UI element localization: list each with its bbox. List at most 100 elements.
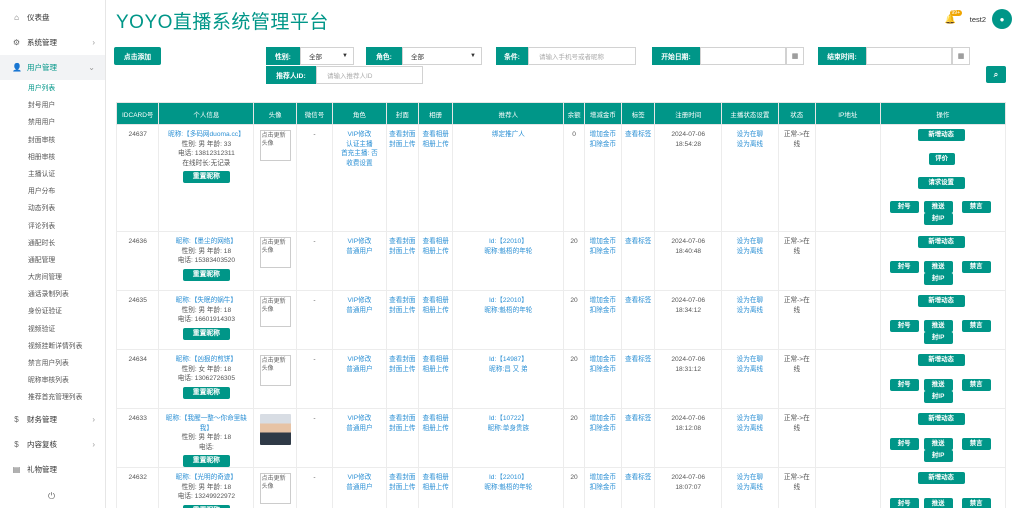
sidebar-subitem[interactable]: 通话录制列表: [0, 286, 105, 303]
view-cover-link[interactable]: 查看封面: [389, 473, 416, 483]
push-button[interactable]: 推送: [923, 201, 953, 213]
op-button[interactable]: 评价: [928, 153, 955, 165]
set-offline-link[interactable]: 设为离线: [724, 306, 776, 316]
sidebar-subitem[interactable]: 评论列表: [0, 218, 105, 235]
reset-nickname-button[interactable]: 重置昵称: [182, 455, 230, 467]
condition-input[interactable]: 请输入手机号或者昵称: [528, 47, 636, 65]
ban-button[interactable]: 封号: [889, 261, 919, 273]
view-tag-link[interactable]: 查看标签: [624, 237, 652, 247]
deduct-coins-link[interactable]: 扣除金币: [587, 140, 619, 150]
referrer-id[interactable]: Id:【10722】: [455, 414, 561, 424]
sidebar-subitem[interactable]: 身份证验证: [0, 303, 105, 320]
ban-button[interactable]: 封号: [889, 379, 919, 391]
avatar-placeholder[interactable]: 点击更新头像: [259, 130, 291, 161]
mute-button[interactable]: 禁言: [961, 201, 991, 213]
sidebar-item-2[interactable]: 👤 用户管理 ⌄: [0, 55, 105, 80]
vip-edit-link[interactable]: VIP修改: [335, 296, 384, 306]
upload-album-link[interactable]: 相册上传: [421, 140, 450, 150]
sidebar-subitem[interactable]: 大房间管理: [0, 269, 105, 286]
sidebar-subitem[interactable]: 禁用用户: [0, 114, 105, 131]
username[interactable]: test2: [970, 15, 986, 24]
upload-cover-link[interactable]: 封面上传: [389, 483, 416, 493]
mute-button[interactable]: 禁言: [961, 261, 991, 273]
ban-ip-button[interactable]: 封IP: [923, 391, 953, 403]
ban-ip-button[interactable]: 封IP: [923, 273, 953, 285]
vip-edit-link[interactable]: VIP修改: [335, 414, 384, 424]
view-album-link[interactable]: 查看相册: [421, 237, 450, 247]
upload-cover-link[interactable]: 封面上传: [389, 424, 416, 434]
add-coins-link[interactable]: 增加金币: [587, 355, 619, 365]
ban-ip-button[interactable]: 封IP: [923, 332, 953, 344]
sidebar-subitem[interactable]: 封面审核: [0, 132, 105, 149]
bell-icon[interactable]: 🔔 99+: [945, 9, 962, 25]
push-button[interactable]: 推送: [923, 498, 953, 508]
add-coins-link[interactable]: 增加金币: [587, 473, 619, 483]
role-select[interactable]: 全部 ▼: [402, 47, 482, 65]
deduct-coins-link[interactable]: 扣除金币: [587, 483, 619, 493]
sidebar-item-bottom-2[interactable]: ▤ 礼物管理: [0, 457, 105, 482]
vip-edit-link[interactable]: VIP修改: [335, 237, 384, 247]
role-text[interactable]: 收费设置: [335, 159, 384, 169]
sidebar-subitem[interactable]: 用户列表: [0, 80, 105, 97]
view-album-link[interactable]: 查看相册: [421, 130, 450, 140]
op-button[interactable]: 新增动态: [917, 354, 965, 366]
op-button[interactable]: 请求设置: [917, 177, 965, 189]
mute-button[interactable]: 禁言: [961, 498, 991, 508]
sidebar-subitem[interactable]: 通配时长: [0, 235, 105, 252]
avatar-placeholder[interactable]: 点击更新头像: [259, 296, 291, 327]
sidebar-subitem[interactable]: 推荐首充管理列表: [0, 389, 105, 406]
add-coins-link[interactable]: 增加金币: [587, 414, 619, 424]
set-chatting-link[interactable]: 设为在聊: [724, 473, 776, 483]
set-chatting-link[interactable]: 设为在聊: [724, 414, 776, 424]
sidebar-item-bottom-0[interactable]: $ 财务管理 ›: [0, 407, 105, 432]
search-button[interactable]: ⌕: [986, 66, 1006, 83]
add-button[interactable]: 点击添加: [114, 47, 161, 65]
upload-cover-link[interactable]: 封面上传: [389, 140, 416, 150]
set-offline-link[interactable]: 设为离线: [724, 365, 776, 375]
sidebar-subitem[interactable]: 相册审核: [0, 149, 105, 166]
upload-album-link[interactable]: 相册上传: [421, 306, 450, 316]
start-date-input[interactable]: [700, 47, 786, 65]
push-button[interactable]: 推送: [923, 320, 953, 332]
push-button[interactable]: 推送: [923, 379, 953, 391]
deduct-coins-link[interactable]: 扣除金币: [587, 424, 619, 434]
set-chatting-link[interactable]: 设为在聊: [724, 355, 776, 365]
op-button[interactable]: 新增动态: [917, 295, 965, 307]
view-tag-link[interactable]: 查看标签: [624, 473, 652, 483]
end-date-input[interactable]: [866, 47, 952, 65]
vip-edit-link[interactable]: VIP修改: [335, 473, 384, 483]
sidebar-subitem[interactable]: 昵称审核列表: [0, 372, 105, 389]
avatar-photo[interactable]: [259, 414, 291, 445]
deduct-coins-link[interactable]: 扣除金币: [587, 365, 619, 375]
view-tag-link[interactable]: 查看标签: [624, 355, 652, 365]
view-album-link[interactable]: 查看相册: [421, 355, 450, 365]
referrer-id[interactable]: Id:【22010】: [455, 473, 561, 483]
reset-nickname-button[interactable]: 重置昵称: [182, 386, 230, 399]
sidebar-item-1[interactable]: ⚙ 系统管理 ›: [0, 30, 105, 55]
sidebar-subitem[interactable]: 视频挂断详情列表: [0, 338, 105, 355]
referrer-id[interactable]: 绑定推广人: [455, 130, 561, 140]
reset-nickname-button[interactable]: 重置昵称: [182, 504, 230, 508]
upload-album-link[interactable]: 相册上传: [421, 247, 450, 257]
mute-button[interactable]: 禁言: [961, 320, 991, 332]
op-button[interactable]: 新增动态: [917, 129, 965, 141]
avatar[interactable]: ●: [992, 9, 1012, 29]
sidebar-subitem[interactable]: 通配管理: [0, 252, 105, 269]
upload-album-link[interactable]: 相册上传: [421, 365, 450, 375]
upload-album-link[interactable]: 相册上传: [421, 483, 450, 493]
upload-cover-link[interactable]: 封面上传: [389, 306, 416, 316]
ban-button[interactable]: 封号: [889, 438, 919, 450]
add-coins-link[interactable]: 增加金币: [587, 130, 619, 140]
upload-cover-link[interactable]: 封面上传: [389, 365, 416, 375]
ban-button[interactable]: 封号: [889, 320, 919, 332]
push-button[interactable]: 推送: [923, 261, 953, 273]
sidebar-subitem[interactable]: 视频验证: [0, 321, 105, 338]
sidebar-item-bottom-1[interactable]: $ 内容复核 ›: [0, 432, 105, 457]
avatar-placeholder[interactable]: 点击更新头像: [259, 355, 291, 386]
set-chatting-link[interactable]: 设为在聊: [724, 237, 776, 247]
referrer-id[interactable]: Id:【22010】: [455, 296, 561, 306]
op-button[interactable]: 新增动态: [917, 413, 965, 425]
sidebar-subitem[interactable]: 禁言用户列表: [0, 355, 105, 372]
referrer-input[interactable]: 请输入推荐人ID: [316, 66, 423, 84]
view-album-link[interactable]: 查看相册: [421, 414, 450, 424]
